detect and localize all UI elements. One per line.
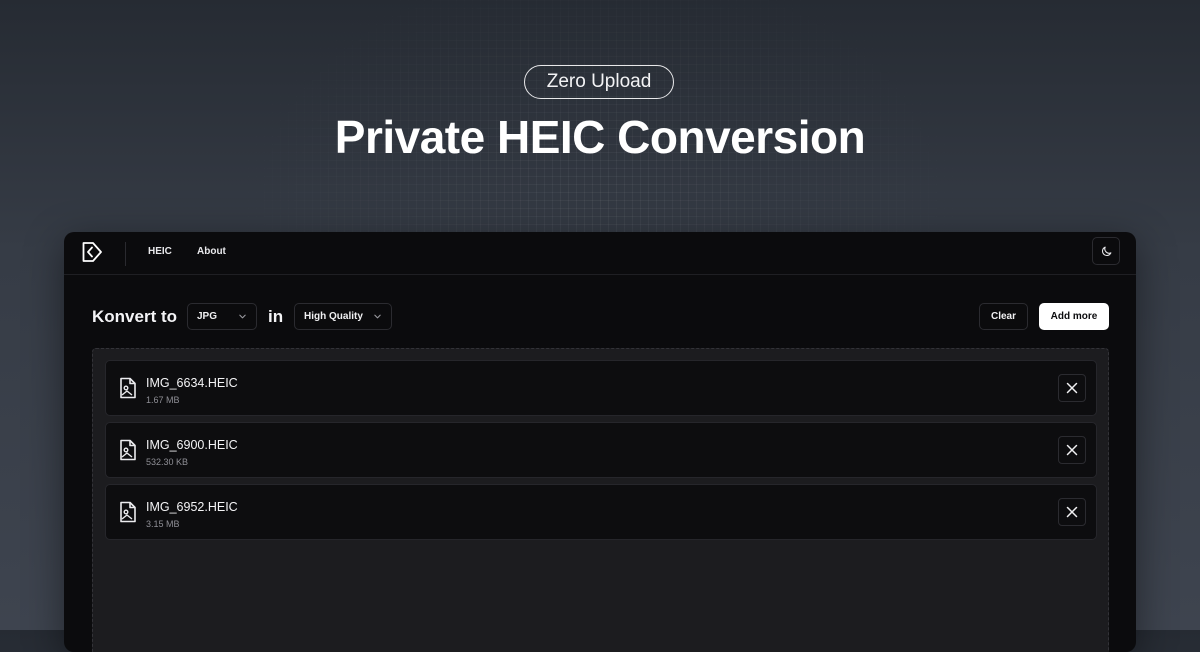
app-window: HEIC About Konvert to JPG in High Qualit… <box>64 232 1136 652</box>
image-file-icon <box>120 501 136 523</box>
quality-select-value: High Quality <box>304 311 363 322</box>
remove-file-button[interactable] <box>1058 374 1086 402</box>
chevron-down-icon <box>374 314 381 319</box>
moon-icon <box>1101 246 1111 256</box>
file-size: 1.67 MB <box>146 395 180 405</box>
image-file-icon <box>120 439 136 461</box>
close-icon <box>1066 382 1078 394</box>
clear-button[interactable]: Clear <box>979 303 1028 330</box>
file-row: IMG_6952.HEIC 3.15 MB <box>105 484 1097 540</box>
in-label: in <box>268 307 284 326</box>
zero-upload-badge: Zero Upload <box>524 65 674 99</box>
file-dropzone[interactable]: IMG_6634.HEIC 1.67 MB IMG_6900.HEIC 532.… <box>92 348 1109 652</box>
file-size: 532.30 KB <box>146 457 189 467</box>
file-size: 3.15 MB <box>146 519 180 529</box>
chevron-down-icon <box>239 314 246 319</box>
file-name: IMG_6952.HEIC <box>146 500 238 514</box>
theme-toggle-button[interactable] <box>1092 237 1120 265</box>
format-select-value: JPG <box>197 311 218 322</box>
konvert-logo-icon[interactable] <box>81 241 103 263</box>
konvert-to-label: Konvert to <box>92 307 177 326</box>
format-select[interactable]: JPG <box>187 303 257 330</box>
top-nav: HEIC About <box>64 232 1136 275</box>
file-row: IMG_6900.HEIC 532.30 KB <box>105 422 1097 478</box>
hero-headline: Private HEIC Conversion <box>334 111 866 163</box>
file-name: IMG_6900.HEIC <box>146 438 238 452</box>
image-file-icon <box>120 377 136 399</box>
add-more-button[interactable]: Add more <box>1039 303 1109 330</box>
file-name: IMG_6634.HEIC <box>146 376 238 390</box>
file-row: IMG_6634.HEIC 1.67 MB <box>105 360 1097 416</box>
quality-select[interactable]: High Quality <box>294 303 392 330</box>
nav-divider <box>125 242 126 266</box>
close-icon <box>1066 444 1078 456</box>
nav-link-about[interactable]: About <box>197 246 226 257</box>
close-icon <box>1066 506 1078 518</box>
remove-file-button[interactable] <box>1058 436 1086 464</box>
nav-link-heic[interactable]: HEIC <box>148 246 172 257</box>
remove-file-button[interactable] <box>1058 498 1086 526</box>
